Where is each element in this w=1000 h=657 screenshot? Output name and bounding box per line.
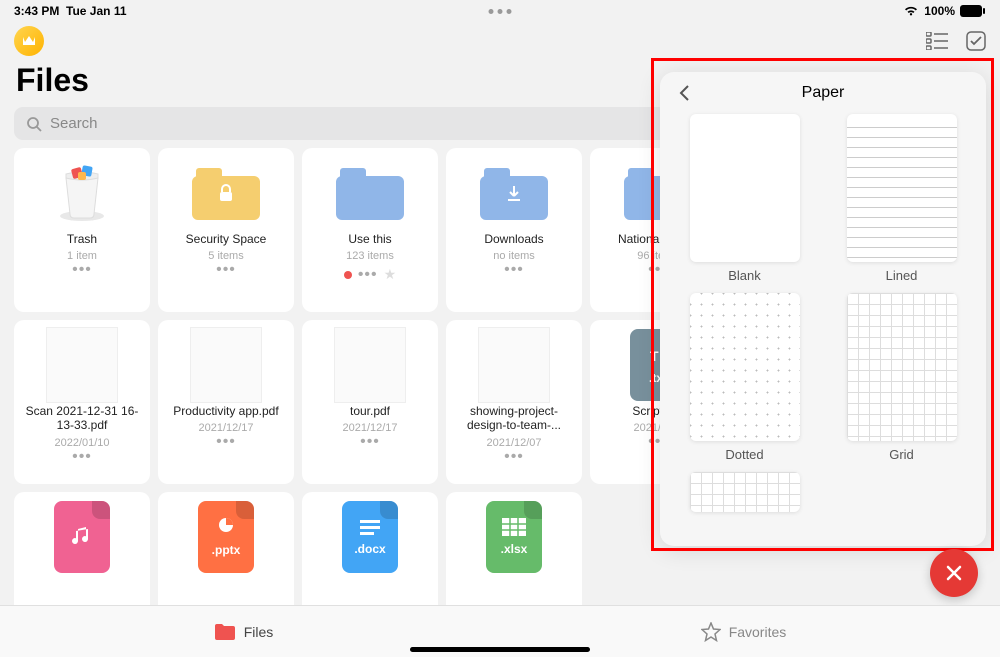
file-thumbnail <box>46 334 118 396</box>
file-thumbnail <box>46 162 118 224</box>
folder-icon <box>214 623 236 641</box>
star-icon[interactable]: ★ <box>384 266 397 283</box>
file-thumbnail <box>190 162 262 224</box>
more-dots-icon[interactable]: ••• <box>360 438 380 446</box>
svg-text:T: T <box>650 348 659 364</box>
select-icon[interactable] <box>966 31 986 51</box>
more-dots-icon[interactable]: ••• <box>216 438 236 446</box>
paper-option-lined[interactable]: Lined <box>839 114 964 283</box>
file-thumbnail: .xlsx <box>478 506 550 568</box>
more-dots-icon[interactable]: ••• <box>358 271 378 279</box>
tab-bar: Files Favorites <box>0 605 1000 657</box>
file-item[interactable]: Security Space 5 items ••• <box>158 148 294 312</box>
file-meta: 123 items <box>346 250 394 262</box>
back-button[interactable] <box>678 84 690 108</box>
paper-preview-lined <box>847 114 957 262</box>
more-dots-icon[interactable]: ••• <box>504 453 524 461</box>
paper-preview-grid <box>847 293 957 441</box>
close-icon <box>944 563 964 583</box>
file-thumbnail <box>478 162 550 224</box>
file-name: Trash <box>67 232 97 246</box>
file-meta: 2022/01/10 <box>54 437 109 449</box>
file-name: Downloads <box>484 232 543 246</box>
search-icon <box>26 116 42 132</box>
file-thumbnail <box>190 334 262 396</box>
file-name: Use this <box>348 232 391 246</box>
file-name: showing-project-design-to-team-... <box>454 404 574 433</box>
file-item[interactable]: showing-project-design-to-team-... 2021/… <box>446 320 582 484</box>
file-thumbnail <box>334 162 406 224</box>
file-item[interactable]: Productivity app.pdf 2021/12/17 ••• <box>158 320 294 484</box>
file-item[interactable]: tour.pdf 2021/12/17 ••• <box>302 320 438 484</box>
file-thumbnail: .pptx <box>190 506 262 568</box>
file-thumbnail <box>46 506 118 568</box>
header-bar <box>0 20 1000 56</box>
list-view-icon[interactable] <box>926 32 948 50</box>
more-dots-icon[interactable]: ••• <box>72 266 92 274</box>
file-item[interactable]: Downloads no items ••• <box>446 148 582 312</box>
paper-preview-extra <box>690 472 800 512</box>
tab-files[interactable]: Files <box>214 623 274 641</box>
file-thumbnail <box>478 334 550 396</box>
star-icon <box>701 622 721 642</box>
file-item[interactable]: Trash 1 item ••• <box>14 148 150 312</box>
status-bar: 3:43 PM Tue Jan 11 100% <box>0 0 1000 20</box>
more-dots-icon[interactable]: ••• <box>72 453 92 461</box>
status-time-date: 3:43 PM Tue Jan 11 <box>14 4 127 18</box>
home-indicator[interactable] <box>410 647 590 652</box>
paper-preview-dotted <box>690 293 800 441</box>
file-item[interactable]: Scan 2021-12-31 16-13-33.pdf 2022/01/10 … <box>14 320 150 484</box>
status-right: 100% <box>903 4 986 18</box>
premium-badge[interactable] <box>14 26 44 56</box>
file-name: Productivity app.pdf <box>173 404 278 418</box>
paper-option-dotted[interactable]: Dotted <box>682 293 807 462</box>
file-thumbnail: .docx <box>334 506 406 568</box>
battery-icon <box>960 5 986 17</box>
paper-popover: Paper Blank Lined Dotted Grid <box>660 72 986 546</box>
file-thumbnail <box>334 334 406 396</box>
file-meta: 2021/12/07 <box>486 437 541 449</box>
file-item[interactable]: Use this 123 items ••• ★ <box>302 148 438 312</box>
close-fab[interactable] <box>930 549 978 597</box>
paper-option-extra[interactable] <box>682 472 807 512</box>
popover-title: Paper <box>674 84 972 102</box>
wifi-icon <box>903 5 919 17</box>
more-dots-icon[interactable]: ••• <box>216 266 236 274</box>
multitask-dots[interactable] <box>489 9 512 14</box>
file-name: Security Space <box>186 232 267 246</box>
more-dots-icon[interactable]: ••• <box>504 266 524 274</box>
file-name: Scan 2021-12-31 16-13-33.pdf <box>22 404 142 433</box>
tab-favorites[interactable]: Favorites <box>701 622 787 642</box>
paper-option-grid[interactable]: Grid <box>839 293 964 462</box>
file-name: tour.pdf <box>350 404 390 418</box>
paper-option-blank[interactable]: Blank <box>682 114 807 283</box>
paper-preview-blank <box>690 114 800 262</box>
